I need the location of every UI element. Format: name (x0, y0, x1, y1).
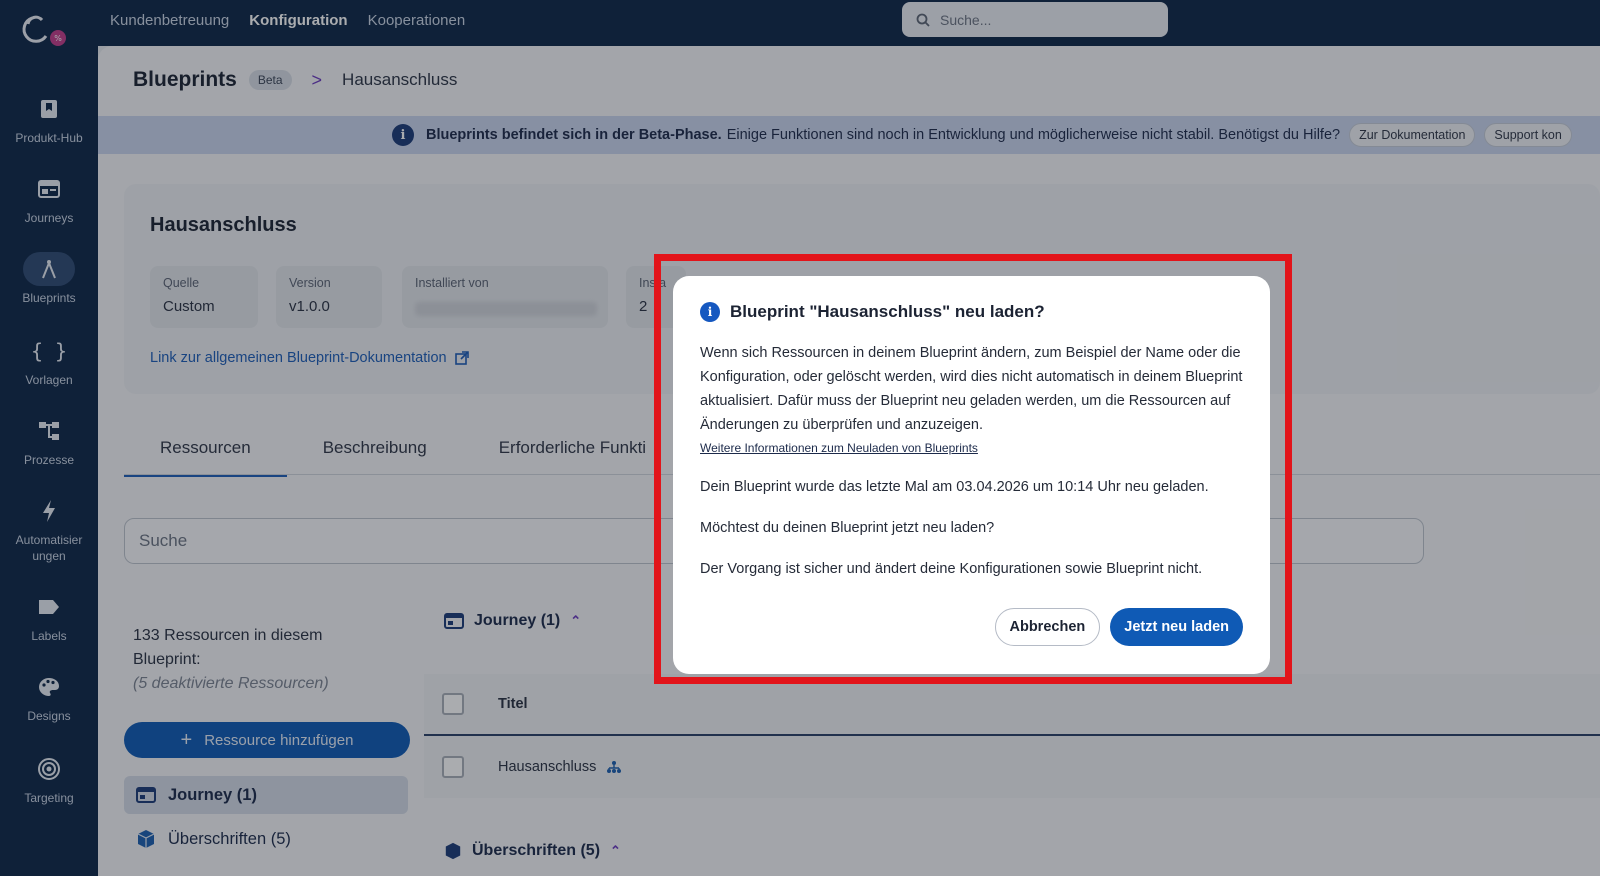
dialog-paragraph-2: Dein Blueprint wurde das letzte Mal am 0… (700, 479, 1209, 495)
dialog-paragraph-1: Wenn sich Ressourcen in deinem Blueprint… (700, 345, 1243, 433)
dialog-paragraph-4: Der Vorgang ist sicher und ändert deine … (700, 561, 1203, 577)
reload-info-link[interactable]: Weitere Informationen zum Neuladen von B… (700, 441, 1243, 455)
dialog-actions: Abbrechen Jetzt neu laden (994, 608, 1243, 646)
cancel-button[interactable]: Abbrechen (994, 608, 1101, 646)
dialog-title: Blueprint "Hausanschluss" neu laden? (730, 302, 1045, 321)
dialog-header: i Blueprint "Hausanschluss" neu laden? (700, 302, 1243, 322)
reload-dialog: i Blueprint "Hausanschluss" neu laden? W… (673, 276, 1270, 674)
info-icon: i (700, 302, 720, 322)
dialog-paragraph-3: Möchtest du deinen Blueprint jetzt neu l… (700, 520, 995, 536)
reload-now-button[interactable]: Jetzt neu laden (1110, 608, 1243, 646)
